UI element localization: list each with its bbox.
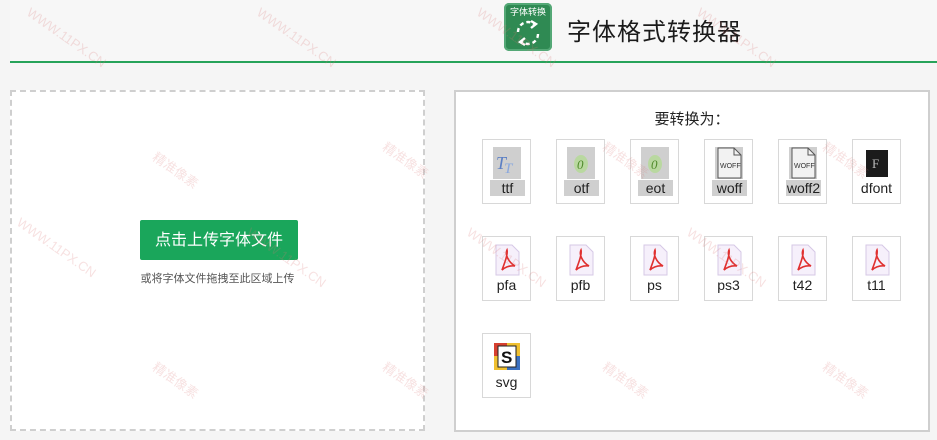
panel-title: 要转换为： — [654, 111, 730, 128]
logo-text: 字体转换 — [509, 7, 546, 17]
format-option-svg[interactable]: Ssvg — [482, 333, 531, 398]
format-option-ps[interactable]: ps — [630, 236, 679, 301]
format-label: otf — [564, 180, 599, 196]
opentype-icon: 0 — [641, 147, 669, 179]
upload-button[interactable]: 点击上传字体文件 — [140, 220, 298, 260]
svg-text:WOFF: WOFF — [794, 163, 815, 170]
svg-text:F: F — [872, 156, 879, 171]
truetype-icon: TT — [493, 147, 521, 179]
format-option-pfb[interactable]: pfb — [556, 236, 605, 301]
svg-text:S: S — [501, 348, 512, 367]
pdf-icon — [493, 244, 521, 276]
opentype-icon: 0 — [567, 147, 595, 179]
format-label: pfb — [570, 277, 591, 293]
format-option-woff2[interactable]: WOFF woff2 — [778, 139, 827, 204]
svg-text:WOFF: WOFF — [720, 163, 741, 170]
dfont-icon: F — [863, 147, 891, 179]
pdf-icon — [863, 244, 891, 276]
format-label: ttf — [490, 180, 525, 196]
format-option-ttf[interactable]: T Tttf — [482, 139, 531, 204]
format-option-ps3[interactable]: ps3 — [704, 236, 753, 301]
app-logo[interactable]: 字体转换 — [504, 3, 552, 51]
svg-text:T: T — [504, 161, 514, 177]
format-label: woff2 — [786, 180, 821, 196]
format-option-woff[interactable]: WOFF woff — [704, 139, 753, 204]
pdf-icon — [789, 244, 817, 276]
svg-text:0: 0 — [651, 157, 658, 172]
upload-drop-zone[interactable]: 点击上传字体文件 或将字体文件拖拽至此区域上传 — [10, 90, 425, 431]
pdf-icon — [715, 244, 743, 276]
format-label: eot — [638, 180, 673, 196]
page-title: 字体格式转换器 — [567, 19, 742, 46]
format-label: woff — [712, 180, 747, 196]
convert-arrows-icon — [516, 20, 540, 46]
format-label: ps3 — [717, 277, 740, 293]
format-label: pfa — [496, 277, 517, 293]
svg-s-icon: S — [493, 341, 521, 373]
format-label: t11 — [867, 277, 886, 293]
woff-file-icon: WOFF — [789, 147, 817, 179]
format-label: svg — [495, 374, 518, 390]
format-label: ps — [647, 277, 662, 293]
pdf-icon — [641, 244, 669, 276]
app-header: 字体转换 字体格式转换器 — [10, 0, 937, 63]
format-option-t42[interactable]: t42 — [778, 236, 827, 301]
svg-text:0: 0 — [577, 157, 584, 172]
format-option-eot[interactable]: 0 eot — [630, 139, 679, 204]
format-option-dfont[interactable]: Fdfont — [852, 139, 901, 204]
format-option-pfa[interactable]: pfa — [482, 236, 531, 301]
upload-hint: 或将字体文件拖拽至此区域上传 — [140, 273, 295, 285]
woff-file-icon: WOFF — [715, 147, 743, 179]
format-label: dfont — [860, 180, 893, 196]
pdf-icon — [567, 244, 595, 276]
format-option-otf[interactable]: 0 otf — [556, 139, 605, 204]
format-option-t11[interactable]: t11 — [852, 236, 901, 301]
target-format-panel: 要转换为： T Tttf 0 otf 0 eot WOFF woff WOFF woff2 Fdfo… — [454, 90, 930, 432]
format-label: t42 — [792, 277, 813, 293]
